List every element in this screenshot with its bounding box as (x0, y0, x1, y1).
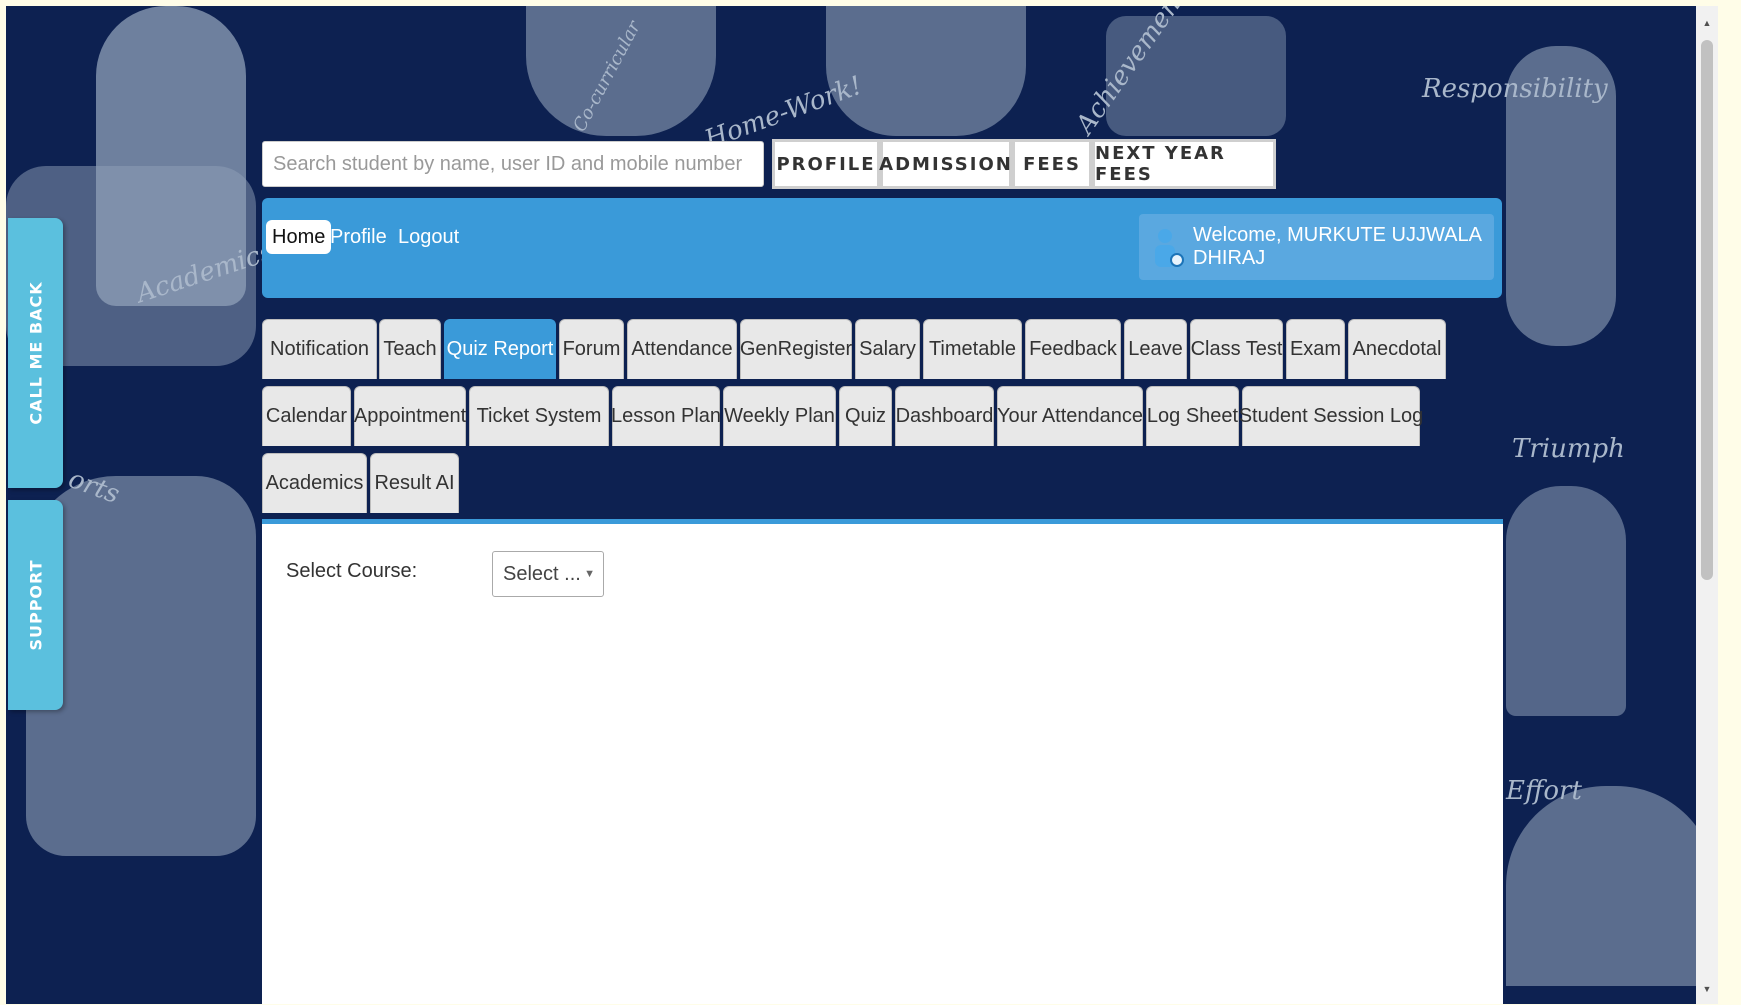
scroll-down-arrow-icon[interactable]: ▼ (1696, 980, 1718, 998)
quiz-report-panel: Select Course: Select ... ▼ (262, 524, 1503, 1004)
tab-result-ai[interactable]: Result AI (370, 453, 459, 513)
page-frame: Academics Home-Work! Achievement Respons… (6, 6, 1718, 1004)
scroll-up-arrow-icon[interactable]: ▲ (1696, 14, 1718, 32)
select-course-label: Select Course: (286, 560, 418, 582)
nav-home-link[interactable]: Home (266, 220, 332, 254)
tab-academics[interactable]: Academics (262, 453, 367, 513)
tab-feedback[interactable]: Feedback (1025, 319, 1121, 379)
bg-word-responsibility: Responsibility (1422, 74, 1608, 104)
tab-ticket-system[interactable]: Ticket System (469, 386, 609, 446)
page-scrollbar[interactable]: ▲ ▼ (1696, 6, 1718, 1004)
bg-silhouette (1506, 786, 1716, 986)
tab-quiz[interactable]: Quiz (839, 386, 892, 446)
admission-button[interactable]: ADMISSION (879, 139, 1012, 189)
tab-teach[interactable]: Teach (379, 319, 441, 379)
tab-lesson-plan[interactable]: Lesson Plan (611, 386, 721, 446)
chevron-down-icon: ▼ (584, 568, 595, 580)
bg-silhouette (1506, 486, 1626, 716)
tab-genregister[interactable]: GenRegister (740, 319, 852, 379)
tab-forum[interactable]: Forum (559, 319, 624, 379)
course-select[interactable]: Select ... ▼ (492, 551, 604, 597)
call-me-back-label: CALL ME BACK (26, 281, 45, 425)
support-label: SUPPORT (26, 559, 45, 651)
tab-class-test[interactable]: Class Test (1190, 319, 1283, 379)
tab-quiz-report[interactable]: Quiz Report (444, 319, 556, 379)
call-me-back-tab[interactable]: CALL ME BACK (8, 218, 63, 488)
next-year-fees-button[interactable]: NEXT YEAR FEES (1092, 139, 1276, 189)
student-search-input[interactable]: Search student by name, user ID and mobi… (262, 141, 764, 187)
tab-timetable[interactable]: Timetable (923, 319, 1022, 379)
welcome-panel: Welcome, MURKUTE UJJWALA DHIRAJ (1139, 214, 1494, 280)
user-icon (1155, 229, 1184, 267)
tab-exam[interactable]: Exam (1286, 319, 1345, 379)
tab-dashboard[interactable]: Dashboard (895, 386, 994, 446)
tab-leave[interactable]: Leave (1124, 319, 1187, 379)
top-navbar: Home Profile Logout Welcome, MURKUTE UJJ… (262, 198, 1502, 298)
tab-anecdotal[interactable]: Anecdotal (1348, 319, 1446, 379)
support-tab[interactable]: SUPPORT (8, 500, 63, 710)
nav-logout-link[interactable]: Logout (392, 220, 465, 254)
tab-your-attendance[interactable]: Your Attendance (997, 386, 1143, 446)
tab-log-sheet[interactable]: Log Sheet (1146, 386, 1239, 446)
fees-button[interactable]: FEES (1012, 139, 1092, 189)
profile-button[interactable]: PROFILE (772, 139, 880, 189)
tab-student-session-log[interactable]: Student Session Log (1239, 386, 1423, 446)
tab-attendance[interactable]: Attendance (627, 319, 737, 379)
scrollbar-thumb[interactable] (1701, 40, 1713, 580)
tab-weekly-plan[interactable]: Weekly Plan (723, 386, 836, 446)
nav-profile-link[interactable]: Profile (324, 220, 393, 254)
bg-word-triumph: Triumph (1512, 434, 1625, 464)
welcome-text: Welcome, MURKUTE UJJWALA DHIRAJ (1193, 224, 1481, 269)
tab-appointment[interactable]: Appointment (354, 386, 466, 446)
tab-calendar[interactable]: Calendar (262, 386, 351, 446)
tab-notification[interactable]: Notification (262, 319, 377, 379)
bg-word-effort: Effort (1506, 776, 1582, 806)
course-select-value: Select ... (503, 563, 581, 585)
tab-salary[interactable]: Salary (855, 319, 920, 379)
